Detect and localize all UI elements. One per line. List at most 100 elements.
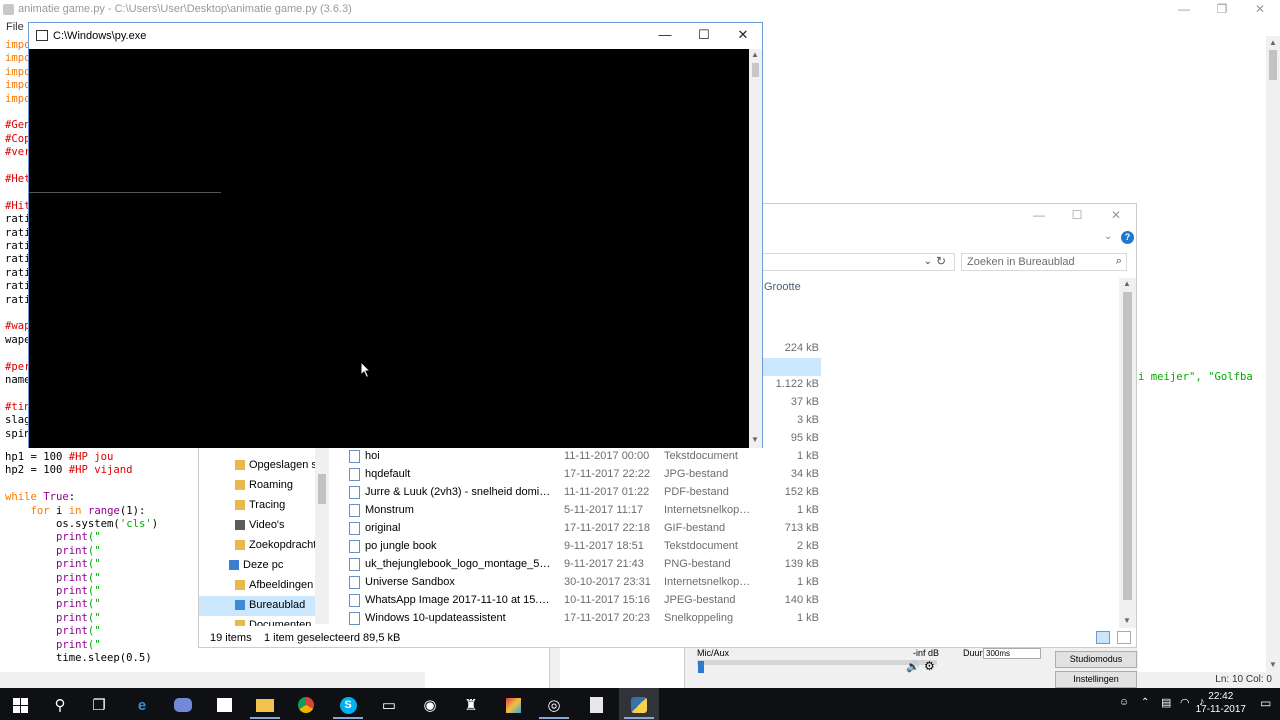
console-scrollbar[interactable]: ▲ ▼ <box>749 49 762 448</box>
file-row[interactable]: hqdefault 17-11-2017 22:22 JPG-bestand 34 k… <box>343 466 823 484</box>
settings-button[interactable]: Instellingen <box>1055 671 1137 688</box>
editor-scrollbar[interactable]: ▲ ▼ <box>1266 36 1280 672</box>
gear-icon[interactable]: ⚙ <box>924 659 935 673</box>
details-view-icon[interactable] <box>1096 631 1110 644</box>
audio-meter <box>697 660 937 665</box>
file-type: Tekstdocument <box>664 450 738 462</box>
scroll-down-icon[interactable]: ▼ <box>1269 660 1277 669</box>
paint-icon[interactable] <box>502 694 524 716</box>
nav-item[interactable]: Opgeslagen sp <box>199 456 317 476</box>
scroll-up-icon[interactable]: ▲ <box>1269 38 1277 47</box>
nav-item[interactable]: Afbeeldingen <box>199 576 317 596</box>
task-view-icon[interactable]: ❐ <box>88 694 110 716</box>
file-type: Internetsnelkoppel... <box>664 504 756 516</box>
running-indicator <box>250 717 280 719</box>
store-icon[interactable] <box>213 694 235 716</box>
edge-browser-icon[interactable]: e <box>131 694 153 716</box>
scroll-up-icon[interactable]: ▲ <box>1123 279 1131 288</box>
search-icon[interactable]: ⌕ <box>1116 255 1122 268</box>
minimize-icon[interactable]: — <box>1174 2 1194 18</box>
scroll-up-icon[interactable]: ▲ <box>751 50 759 59</box>
console-output[interactable] <box>29 49 749 448</box>
chevron-up-icon[interactable]: ⌃ <box>1141 697 1149 708</box>
address-bar[interactable]: ⌄ <box>759 253 955 271</box>
discord-icon[interactable] <box>172 694 194 716</box>
steam-icon[interactable]: ◉ <box>419 694 441 716</box>
db-label: -inf dB <box>913 648 940 658</box>
maximize-icon[interactable]: ☐ <box>692 27 716 45</box>
large-icons-view-icon[interactable] <box>1117 631 1131 644</box>
selected-row-highlight[interactable] <box>761 358 821 376</box>
nav-item-label: Roaming <box>249 479 294 491</box>
notepad-icon[interactable] <box>585 694 607 716</box>
refresh-icon[interactable]: ↻ <box>936 254 946 268</box>
skype-icon[interactable]: S <box>337 694 359 716</box>
python-icon[interactable] <box>628 694 650 716</box>
file-explorer-icon[interactable] <box>254 694 276 716</box>
file-row[interactable]: Windows 10-updateassistent 17-11-2017 20:… <box>343 610 823 628</box>
navigation-pane[interactable]: Opgeslagen sp Roaming Tracing Video's Zoekop… <box>199 456 317 626</box>
chevron-down-icon[interactable]: ⌄ <box>1104 231 1112 242</box>
clock-time: 22:42 <box>1208 691 1234 702</box>
close-icon[interactable]: ✕ <box>731 27 755 45</box>
file-icon <box>349 612 360 625</box>
editor-scroll-thumb[interactable] <box>1269 50 1277 80</box>
scroll-down-icon[interactable]: ▼ <box>1123 616 1131 625</box>
windows-start-icon[interactable] <box>9 694 31 716</box>
file-row[interactable]: Monstrum 5-11-2017 11:17 Internetsnelkoppe… <box>343 502 823 520</box>
chevron-down-icon[interactable]: ⌄ <box>924 256 932 267</box>
file-name: uk_thejunglebook_logo_montage_504be... <box>365 558 555 570</box>
console-window[interactable]: C:\Windows\py.exe — ☐ ✕ ▲ ▼ <box>28 22 763 448</box>
nav-item[interactable]: Bureaublad <box>199 596 317 616</box>
nav-scroll-thumb[interactable] <box>318 474 326 504</box>
obs-icon[interactable]: ◎ <box>543 694 565 716</box>
maximize-icon[interactable]: ❐ <box>1212 2 1232 18</box>
search-icon[interactable]: ⚲ <box>49 694 71 716</box>
file-list-scroll-thumb[interactable] <box>1123 292 1132 600</box>
media-icon[interactable]: ▭ <box>378 694 400 716</box>
file-row[interactable]: hoi 11-11-2017 00:00 Tekstdocument 1 kB <box>343 448 823 466</box>
people-icon[interactable]: ☺ <box>1119 697 1129 708</box>
nav-item[interactable]: Roaming <box>199 476 317 496</box>
nav-item[interactable]: Tracing <box>199 496 317 516</box>
wifi-icon[interactable]: ◠ <box>1180 696 1190 709</box>
close-icon[interactable]: ✕ <box>1106 208 1126 224</box>
file-row[interactable]: po jungle book 9-11-2017 18:51 Tekstdocume… <box>343 538 823 556</box>
file-row[interactable]: uk_thejunglebook_logo_montage_504be... 9-… <box>343 556 823 574</box>
column-header-size[interactable]: Grootte <box>764 281 801 293</box>
scroll-down-icon[interactable]: ▼ <box>751 435 759 444</box>
search-input[interactable]: Zoeken in Bureaublad ⌕ <box>961 253 1127 271</box>
file-row[interactable]: WhatsApp Image 2017-11-10 at 15.16.09 10-… <box>343 592 823 610</box>
chrome-icon[interactable] <box>295 694 317 716</box>
nav-scrollbar[interactable] <box>315 444 329 624</box>
nav-item[interactable]: Video's <box>199 516 317 536</box>
code-fragment-right: i meijer", "Golfba <box>1138 371 1253 383</box>
file-row[interactable]: Jurre & Luuk (2vh3) - snelheid dominoste… <box>343 484 823 502</box>
speaker-icon[interactable]: 🔊 <box>906 660 920 673</box>
obs-sources-list[interactable] <box>560 648 685 688</box>
nav-item[interactable]: Documenten <box>199 616 317 626</box>
code-line: print(" <box>56 558 101 571</box>
folder-icon <box>235 620 245 626</box>
file-row[interactable]: original 17-11-2017 22:18 GIF-bestand 713 k… <box>343 520 823 538</box>
nav-item[interactable]: Deze pc <box>199 556 317 576</box>
minimize-icon[interactable]: — <box>653 27 677 45</box>
file-list-scrollbar[interactable]: ▲ ▼ <box>1119 278 1136 628</box>
menu-file[interactable]: File <box>6 21 24 33</box>
help-icon[interactable]: ? <box>1121 231 1134 244</box>
duration-field[interactable]: 300ms <box>983 648 1041 659</box>
file-row[interactable]: Universe Sandbox 30-10-2017 23:31 Internet… <box>343 574 823 592</box>
console-scroll-thumb[interactable] <box>752 63 759 77</box>
close-icon[interactable]: ✕ <box>1250 2 1270 18</box>
code-line: impo <box>5 39 31 51</box>
minimize-icon[interactable]: — <box>1029 208 1049 224</box>
clock[interactable]: 22:42 17-11-2017 <box>1196 690 1246 716</box>
maximize-icon[interactable]: ☐ <box>1067 208 1087 224</box>
game-icon[interactable]: ♜ <box>460 694 482 716</box>
obs-scenes-list[interactable] <box>425 648 550 688</box>
notifications-icon[interactable]: ▭ <box>1260 696 1271 710</box>
studio-mode-button[interactable]: Studiomodus <box>1055 651 1137 668</box>
network-icon[interactable]: ▤ <box>1161 696 1171 709</box>
nav-item[interactable]: Zoekopdrachte <box>199 536 317 556</box>
volume-slider-handle[interactable] <box>698 661 704 673</box>
